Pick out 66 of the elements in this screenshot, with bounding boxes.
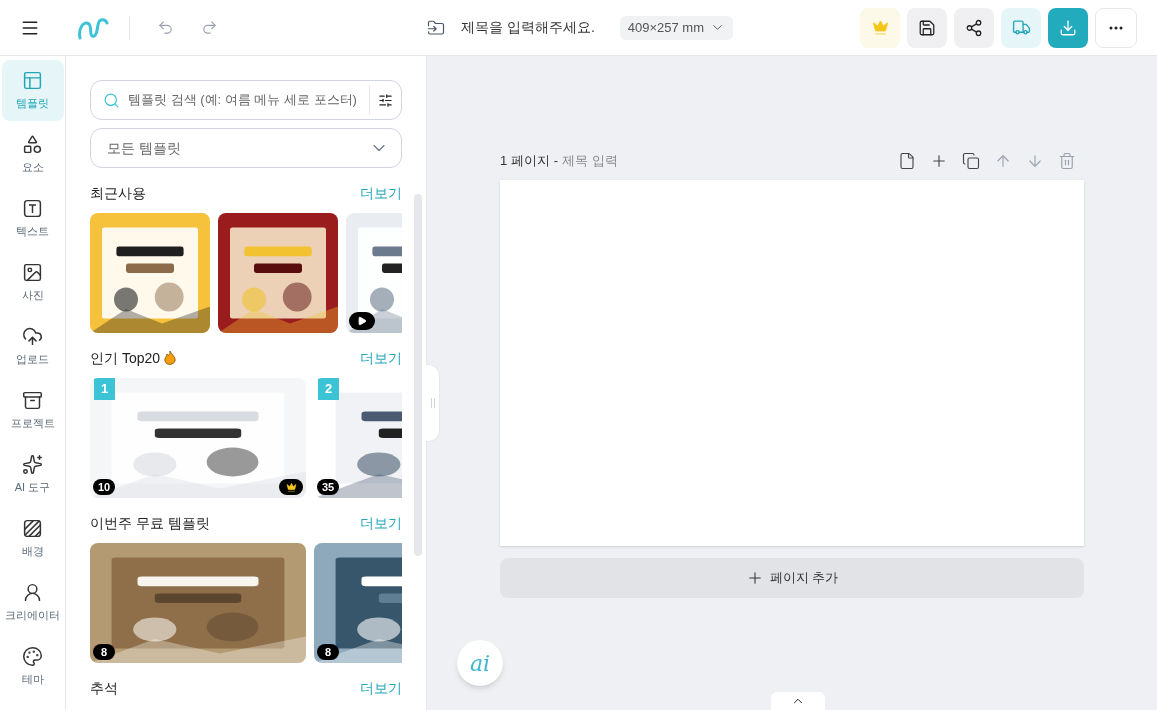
sidebar-item[interactable]: 배경 (1, 508, 64, 569)
logo-icon[interactable] (77, 15, 109, 40)
sidebar-item[interactable]: 업로드 (1, 316, 64, 377)
search-icon (103, 91, 120, 109)
crown-icon (871, 19, 889, 36)
section-title: 최근사용 (90, 185, 146, 202)
crown-icon (285, 481, 297, 493)
sidebar-item[interactable]: 사진 (1, 252, 64, 313)
template-icon (22, 69, 43, 91)
document-title[interactable]: 제목을 입력해주세요. (461, 17, 595, 38)
size-dropdown[interactable]: 409×257 mm (619, 15, 734, 40)
page-count-badge: 8 (317, 644, 339, 660)
panel-collapse-handle[interactable] (426, 364, 440, 442)
cloud-upload-icon (22, 325, 43, 347)
premium-button[interactable] (860, 7, 900, 48)
undo-icon[interactable] (157, 19, 174, 36)
image-icon (22, 261, 43, 283)
move-to-folder-icon[interactable] (427, 18, 445, 37)
category-dropdown[interactable]: 모든 템플릿 (90, 128, 402, 168)
download-icon (1059, 18, 1077, 37)
page-count-badge: 35 (317, 479, 340, 495)
section-title: 이번주 무료 템플릿 (90, 515, 210, 532)
text-icon (22, 197, 43, 219)
search-bar[interactable]: 템플릿 검색 (예: 여름 메뉴 세로 포스터) (90, 80, 402, 120)
section-title: 추석 (90, 680, 118, 697)
filter-icon[interactable] (378, 92, 393, 108)
sidebar-item[interactable]: 요소 (1, 124, 64, 185)
page-label: 1 페이지 (500, 152, 550, 171)
section-title: 인기 Top20 (90, 350, 161, 367)
rank-badge: 1 (94, 378, 115, 400)
sidebar-item[interactable]: 텍스트 (1, 188, 64, 249)
bottom-panel-toggle[interactable] (771, 692, 825, 710)
sidebar-item[interactable]: 프로젝트 (1, 380, 64, 441)
archive-icon (22, 389, 43, 411)
shapes-icon (22, 133, 43, 155)
add-icon[interactable] (930, 152, 948, 170)
share-icon (965, 18, 983, 37)
sidebar-item[interactable]: 크리에이터 (1, 572, 64, 633)
sparkles-icon (22, 453, 43, 475)
user-icon (22, 581, 43, 603)
share-button[interactable] (954, 7, 994, 48)
search-field[interactable]: 템플릿 검색 (예: 여름 메뉴 세로 포스터) (128, 90, 361, 110)
scrollbar[interactable] (414, 194, 422, 556)
page-count-badge: 10 (93, 479, 116, 495)
move-down-icon[interactable] (1026, 152, 1044, 170)
rank-badge: 2 (318, 378, 339, 400)
add-page-button[interactable]: 페이지 추가 (500, 558, 1084, 598)
palette-icon (22, 645, 43, 667)
hatched-square-icon (22, 517, 43, 539)
new-page-icon[interactable] (898, 152, 916, 170)
sidebar-item[interactable]: AI 도구 (1, 444, 64, 505)
delete-icon[interactable] (1058, 152, 1076, 170)
page-count-badge: 8 (93, 644, 115, 660)
page-title-field[interactable]: 제목 입력 (562, 151, 683, 171)
duplicate-icon[interactable] (962, 152, 980, 170)
more-button[interactable] (1095, 7, 1137, 48)
redo-icon[interactable] (201, 19, 218, 36)
save-button[interactable] (907, 7, 947, 48)
separator: - (553, 152, 559, 171)
truck-icon (1011, 18, 1031, 37)
play-icon (357, 316, 367, 326)
move-up-icon[interactable] (994, 152, 1012, 170)
ellipsis-icon (1109, 25, 1123, 30)
sidebar-item[interactable]: 테마 (1, 636, 64, 697)
download-button[interactable] (1048, 7, 1088, 48)
delivery-button[interactable] (1001, 7, 1041, 48)
